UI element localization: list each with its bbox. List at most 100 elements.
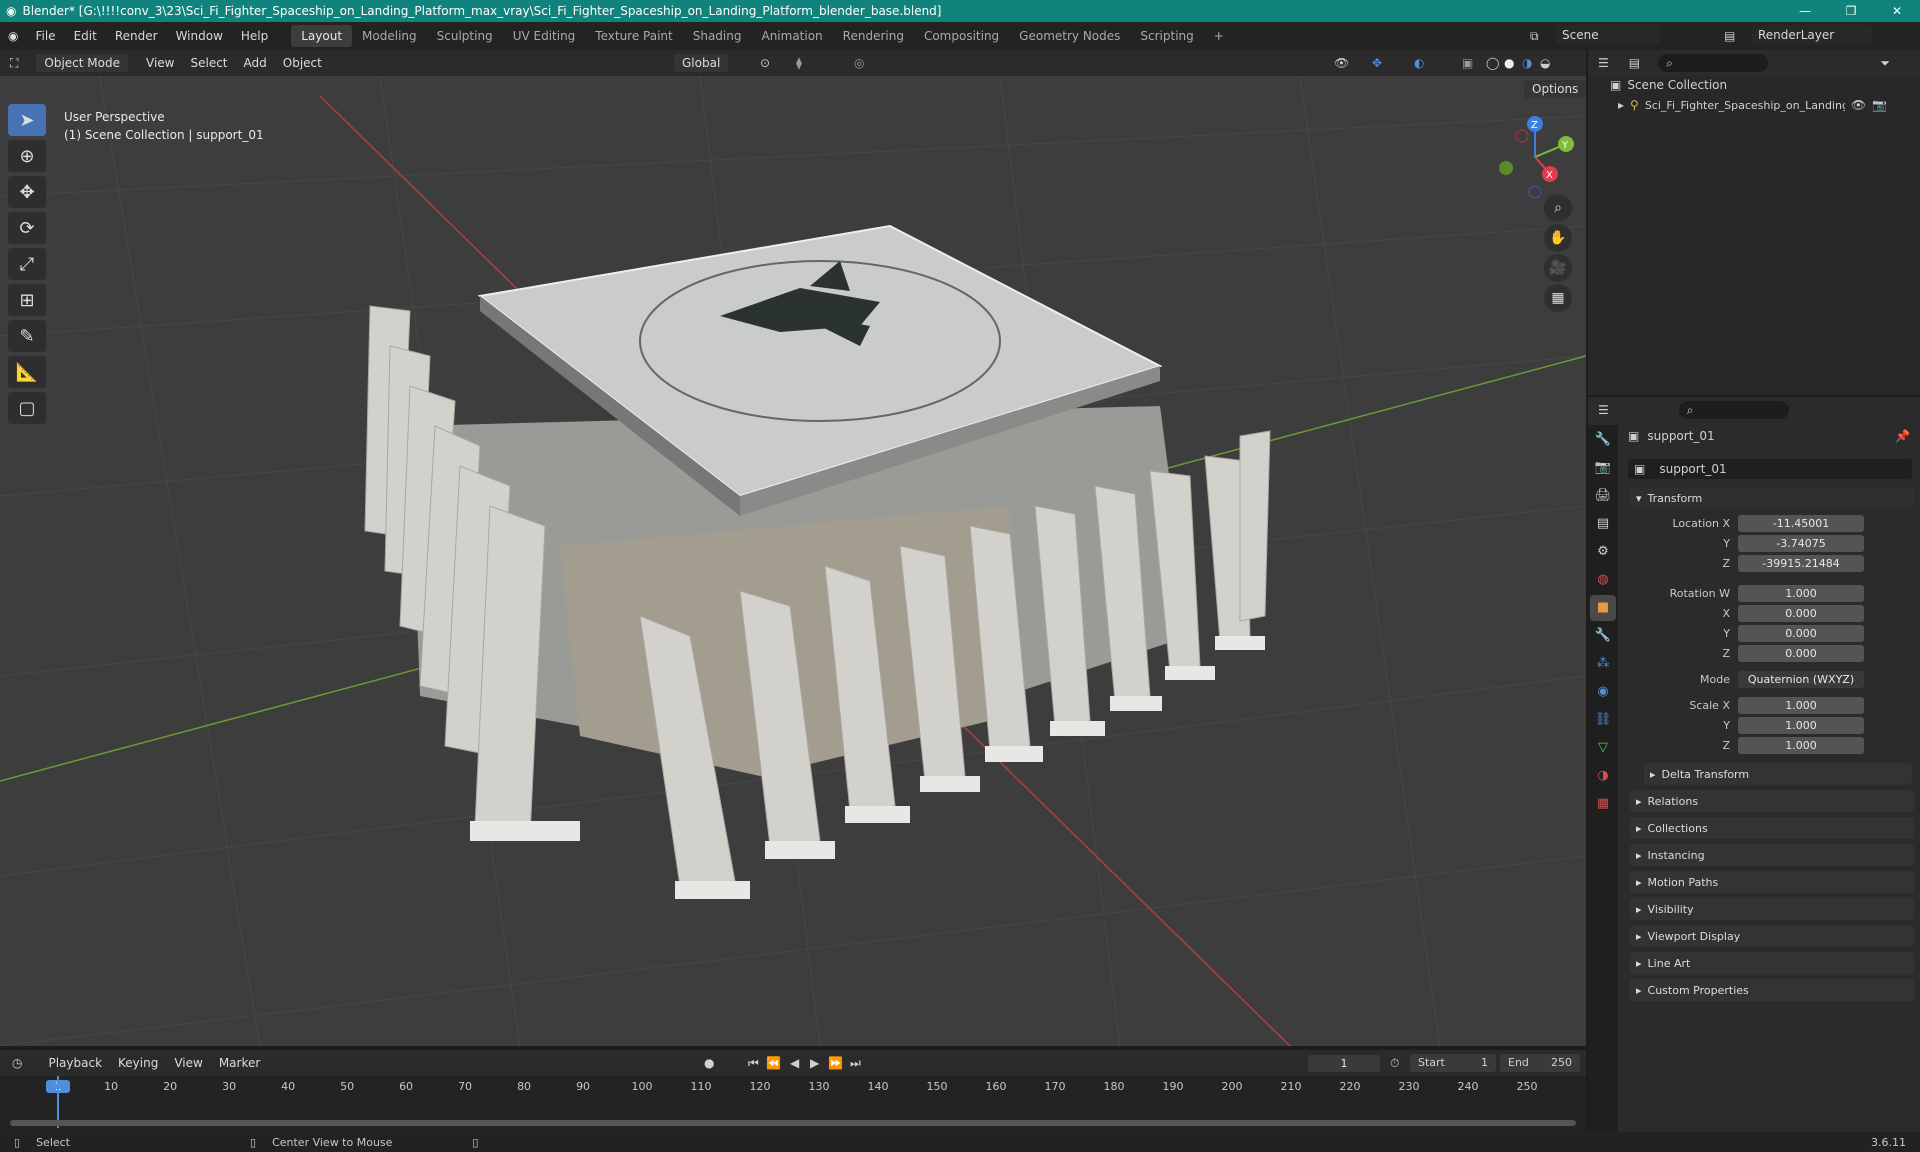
properties-type-icon[interactable]: ☰ (1598, 403, 1609, 417)
options-button[interactable]: Options (1524, 80, 1586, 98)
snap-icon[interactable]: ⧫ (796, 56, 802, 70)
menu-edit[interactable]: Edit (65, 29, 106, 43)
collections-panel[interactable]: ▸ Collections (1630, 817, 1914, 839)
motion-paths-panel[interactable]: ▸ Motion Paths (1630, 871, 1914, 893)
menu-view[interactable]: View (138, 56, 182, 70)
menu-window[interactable]: Window (167, 29, 232, 43)
menu-playback[interactable]: Playback (40, 1056, 110, 1070)
transform-orientation-dropdown[interactable]: Global (674, 54, 729, 72)
menu-help[interactable]: Help (232, 29, 277, 43)
properties-search-input[interactable]: ⌕ (1678, 401, 1789, 419)
delta-transform-subpanel[interactable]: ▸ Delta Transform (1644, 763, 1912, 785)
scale-z-field[interactable]: 1.000 (1738, 736, 1864, 754)
tab-compositing[interactable]: Compositing (914, 25, 1009, 47)
camera-render-icon[interactable]: 📷 (1872, 98, 1887, 112)
scene-collection-label[interactable]: Scene Collection (1627, 78, 1727, 92)
pan-hand-icon[interactable]: ✋ (1544, 224, 1572, 252)
editor-type-icon[interactable]: ⛶ (10, 56, 18, 71)
play-icon[interactable]: ▶ (810, 1056, 819, 1070)
shading-material-icon[interactable]: ◑ (1522, 56, 1532, 70)
timeline-editor-icon[interactable]: ◷ (12, 1056, 22, 1070)
shading-wireframe-icon[interactable]: ◯ (1486, 56, 1499, 70)
view-layer-tab-icon[interactable]: ▤ (1590, 511, 1616, 537)
gizmo-toggle-icon[interactable]: ✥ (1372, 56, 1382, 70)
render-layer-field[interactable]: RenderLayer (1752, 25, 1872, 45)
relations-panel[interactable]: ▸ Relations (1630, 790, 1914, 812)
menu-marker[interactable]: Marker (211, 1056, 268, 1070)
output-tab-icon[interactable]: 🖨 (1590, 483, 1616, 509)
object-name-field[interactable]: support_01 (1659, 462, 1726, 476)
tab-scripting[interactable]: Scripting (1130, 25, 1203, 47)
custom-properties-panel[interactable]: ▸ Custom Properties (1630, 979, 1914, 1001)
select-box-tool[interactable]: ➤ (8, 104, 46, 136)
location-y-field[interactable]: -3.74075 (1738, 534, 1864, 552)
tab-rendering[interactable]: Rendering (833, 25, 914, 47)
pivot-icon[interactable]: ⊙ (760, 56, 770, 70)
jump-start-icon[interactable]: ⏮ (748, 1056, 759, 1071)
data-tab-icon[interactable]: ▽ (1590, 735, 1616, 761)
object-mode-dropdown[interactable]: Object Mode (36, 54, 128, 72)
outliner-item-label[interactable]: Sci_Fi_Fighter_Spaceship_on_Landing_P (1645, 99, 1845, 112)
maximize-button[interactable]: ❐ (1828, 0, 1874, 22)
filter-icon[interactable]: ⏷ (1880, 56, 1890, 71)
xray-toggle-icon[interactable]: ▣ (1462, 56, 1473, 70)
physics-tab-icon[interactable]: ◉ (1590, 679, 1616, 705)
tool-tab-icon[interactable]: 🔧 (1590, 427, 1616, 453)
scene-field[interactable]: Scene (1556, 25, 1660, 45)
scale-x-field[interactable]: 1.000 (1738, 696, 1864, 714)
cursor-tool[interactable]: ⊕ (8, 140, 46, 172)
rotation-w-field[interactable]: 1.000 (1738, 584, 1864, 602)
scale-y-field[interactable]: 1.000 (1738, 716, 1864, 734)
render-tab-icon[interactable]: 📷 (1590, 455, 1616, 481)
menu-render[interactable]: Render (106, 29, 167, 43)
visibility-toggle-icon[interactable]: 👁 (1334, 56, 1349, 70)
render-layer-icon[interactable]: ▤ (1724, 29, 1735, 43)
current-frame-field[interactable]: 1 (1308, 1054, 1380, 1072)
menu-select[interactable]: Select (182, 56, 235, 70)
tab-modeling[interactable]: Modeling (352, 25, 427, 47)
menu-timeline-view[interactable]: View (166, 1056, 210, 1070)
menu-object[interactable]: Object (275, 56, 330, 70)
tab-layout[interactable]: Layout (291, 25, 353, 47)
outliner-search-input[interactable]: ⌕ (1658, 54, 1769, 72)
navigation-gizmo[interactable]: Z Y X (1490, 112, 1580, 202)
shading-rendered-icon[interactable]: ◒ (1540, 56, 1550, 70)
menu-file[interactable]: File (26, 29, 64, 43)
record-icon[interactable]: ● (704, 1056, 714, 1070)
tab-shading[interactable]: Shading (683, 25, 752, 47)
add-cube-tool[interactable]: ▢ (8, 392, 46, 424)
eye-icon[interactable]: 👁 (1851, 98, 1866, 112)
location-x-field[interactable]: -11.45001 (1738, 514, 1864, 532)
expand-arrow-icon[interactable]: ▸ (1618, 98, 1624, 112)
menu-keying[interactable]: Keying (110, 1056, 166, 1070)
timeline-track[interactable]: 1102030405060708090100110120130140150160… (0, 1076, 1586, 1132)
rotation-z-field[interactable]: 0.000 (1738, 644, 1864, 662)
instancing-panel[interactable]: ▸ Instancing (1630, 844, 1914, 866)
overlay-toggle-icon[interactable]: ◐ (1414, 56, 1424, 70)
3d-viewport[interactable]: ➤ ⊕ ✥ ⟳ ⤢ ⊞ ✎ 📐 ▢ User Perspective (1) S… (0, 76, 1586, 1046)
camera-icon[interactable]: 🎥 (1544, 254, 1572, 282)
scene-selector-icon[interactable]: ⧉ (1530, 29, 1539, 44)
object-datablock-icon[interactable]: ▣ (1634, 462, 1645, 476)
scene-tab-icon[interactable]: ⚙ (1590, 539, 1616, 565)
location-z-field[interactable]: -39915.21484 (1738, 554, 1864, 572)
blender-menu-icon[interactable]: ◉ (0, 29, 26, 43)
tab-animation[interactable]: Animation (751, 25, 832, 47)
rotation-mode-dropdown[interactable]: Quaternion (WXYZ) (1738, 670, 1864, 688)
proportional-edit-icon[interactable]: ◎ (854, 56, 864, 70)
world-tab-icon[interactable]: ◍ (1590, 567, 1616, 593)
tab-uv-editing[interactable]: UV Editing (503, 25, 586, 47)
outliner-type-icon[interactable]: ☰ (1598, 56, 1609, 70)
rotation-y-field[interactable]: 0.000 (1738, 624, 1864, 642)
stopwatch-icon[interactable]: ⏱ (1390, 1056, 1399, 1071)
prev-keyframe-icon[interactable]: ⏪ (766, 1056, 781, 1070)
modifier-tab-icon[interactable]: 🔧 (1590, 623, 1616, 649)
close-button[interactable]: ✕ (1874, 0, 1920, 22)
tab-texture-paint[interactable]: Texture Paint (585, 25, 682, 47)
zoom-icon[interactable]: ⌕ (1544, 194, 1572, 222)
material-tab-icon[interactable]: ◑ (1590, 763, 1616, 789)
jump-end-icon[interactable]: ⏭ (850, 1056, 861, 1071)
transform-panel-header[interactable]: ▾ Transform (1630, 487, 1914, 509)
minimize-button[interactable]: — (1782, 0, 1828, 22)
particles-tab-icon[interactable]: ⁂ (1590, 651, 1616, 677)
